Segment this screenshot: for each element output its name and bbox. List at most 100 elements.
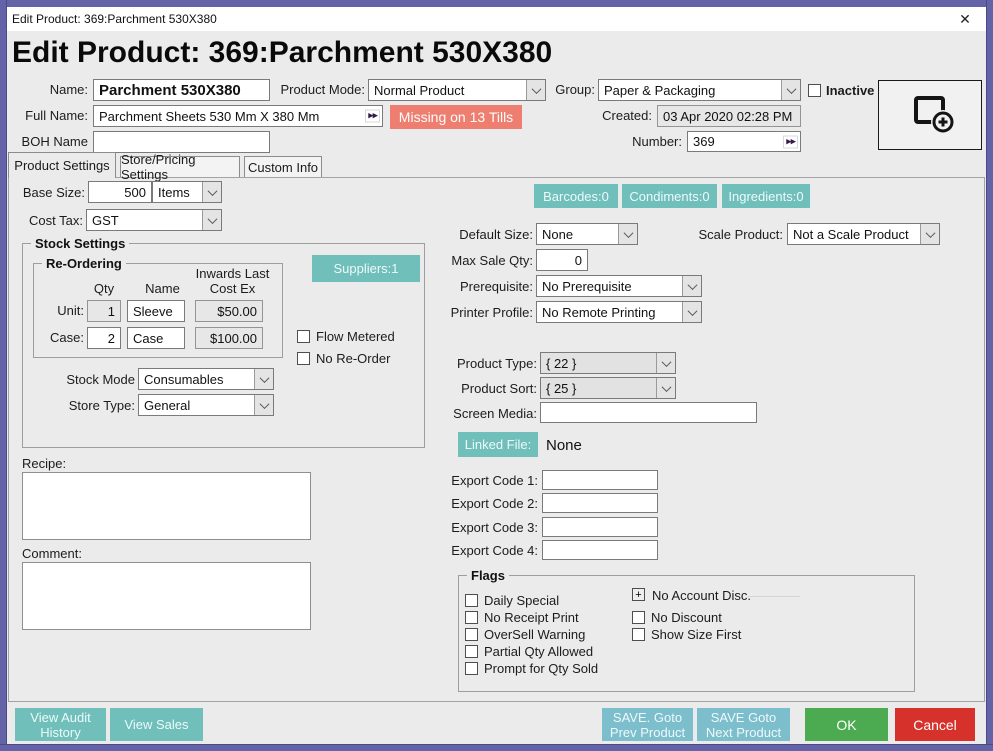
window-frame-right xyxy=(986,0,993,751)
screen-media-label: Screen Media: xyxy=(440,406,537,422)
boh-name-label: BOH Name xyxy=(12,134,88,150)
full-name-input[interactable]: Parchment Sheets 530 Mm X 380 Mm ▶▶ xyxy=(93,105,383,127)
no-account-disc-expander[interactable]: + xyxy=(632,588,645,601)
view-sales-button[interactable]: View Sales xyxy=(110,708,203,741)
base-size-unit-select[interactable]: Items xyxy=(152,181,222,203)
suppliers-button[interactable]: Suppliers:1 xyxy=(312,255,420,282)
product-type-select[interactable]: { 22 } xyxy=(540,352,676,374)
show-size-first-checkbox[interactable] xyxy=(632,628,645,641)
chevron-down-icon xyxy=(781,80,800,100)
cost-tax-label: Cost Tax: xyxy=(18,213,83,229)
window-frame-top xyxy=(0,0,993,7)
product-type-label: Product Type: xyxy=(445,356,537,372)
store-type-select[interactable]: General xyxy=(138,394,274,416)
created-field: 03 Apr 2020 02:28 PM xyxy=(657,105,801,127)
show-size-first-label: Show Size First xyxy=(651,627,741,642)
export-code-4-input[interactable] xyxy=(542,540,658,560)
comment-textarea[interactable] xyxy=(22,562,311,630)
name-input[interactable]: Parchment 530X380 xyxy=(93,79,270,101)
oversell-warning-checkbox[interactable] xyxy=(465,628,478,641)
titlebar: Edit Product: 369:Parchment 530X380 ✕ xyxy=(7,7,986,31)
fast-forward-icon[interactable]: ▶▶ xyxy=(783,135,798,148)
product-mode-label: Product Mode: xyxy=(270,82,365,98)
default-size-select[interactable]: None xyxy=(536,223,638,245)
export-code-1-label: Export Code 1: xyxy=(440,473,538,489)
recipe-textarea[interactable] xyxy=(22,472,311,540)
flags-title: Flags xyxy=(467,568,509,583)
stock-settings-title: Stock Settings xyxy=(31,236,129,251)
no-reorder-checkbox[interactable] xyxy=(297,352,310,365)
comment-label: Comment: xyxy=(22,546,112,562)
cost-tax-select[interactable]: GST xyxy=(86,209,222,231)
window-frame-left xyxy=(0,0,7,751)
window-title: Edit Product: 369:Parchment 530X380 xyxy=(7,12,217,26)
flow-metered-checkbox[interactable] xyxy=(297,330,310,343)
no-receipt-print-label: No Receipt Print xyxy=(484,610,579,625)
chevron-down-icon xyxy=(254,395,273,415)
prerequisite-select[interactable]: No Prerequisite xyxy=(536,275,702,297)
prompt-for-qty-sold-checkbox[interactable] xyxy=(465,662,478,675)
max-sale-qty-input[interactable]: 0 xyxy=(536,249,588,271)
number-input[interactable]: 369 ▶▶ xyxy=(687,131,801,152)
barcodes-button[interactable]: Barcodes:0 xyxy=(534,184,618,208)
export-code-3-input[interactable] xyxy=(542,517,658,537)
partial-qty-allowed-checkbox[interactable] xyxy=(465,645,478,658)
product-mode-select[interactable]: Normal Product xyxy=(368,79,546,101)
inactive-label: Inactive xyxy=(826,83,874,98)
base-size-input[interactable]: 500 xyxy=(88,181,152,203)
daily-special-label: Daily Special xyxy=(484,593,559,608)
scale-product-select[interactable]: Not a Scale Product xyxy=(787,223,940,245)
unit-qty-input[interactable]: 1 xyxy=(87,300,121,322)
col-qty: Qty xyxy=(90,281,118,296)
chevron-down-icon xyxy=(254,369,273,389)
export-code-2-input[interactable] xyxy=(542,493,658,513)
save-goto-prev-product-button[interactable]: SAVE. Goto Prev Product xyxy=(602,708,693,741)
tab-custom-info[interactable]: Custom Info xyxy=(244,156,322,177)
export-code-1-input[interactable] xyxy=(542,470,658,490)
condiments-button[interactable]: Condiments:0 xyxy=(622,184,717,208)
chevron-down-icon xyxy=(920,224,939,244)
chevron-down-icon xyxy=(618,224,637,244)
edit-product-window: Edit Product: 369:Parchment 530X380 ✕ Ed… xyxy=(0,0,993,751)
copy-add-icon xyxy=(904,93,956,137)
oversell-warning-label: OverSell Warning xyxy=(484,627,585,642)
inactive-checkbox[interactable] xyxy=(808,84,821,97)
linked-file-value: None xyxy=(546,437,582,454)
col-name: Name xyxy=(140,281,185,296)
case-qty-input[interactable]: 2 xyxy=(87,327,121,349)
copy-product-button[interactable] xyxy=(878,80,982,150)
prerequisite-label: Prerequisite: xyxy=(445,279,533,295)
daily-special-checkbox[interactable] xyxy=(465,594,478,607)
stock-mode-select[interactable]: Consumables xyxy=(138,368,274,390)
linked-file-button[interactable]: Linked File: xyxy=(458,432,538,457)
recipe-label: Recipe: xyxy=(22,456,112,472)
export-code-2-label: Export Code 2: xyxy=(440,496,538,512)
close-icon[interactable]: ✕ xyxy=(952,7,978,31)
no-receipt-print-checkbox[interactable] xyxy=(465,611,478,624)
boh-name-input[interactable] xyxy=(93,131,270,153)
no-discount-checkbox[interactable] xyxy=(632,611,645,624)
save-goto-next-product-button[interactable]: SAVE Goto Next Product xyxy=(697,708,790,741)
screen-media-input[interactable] xyxy=(540,402,757,423)
chevron-down-icon xyxy=(202,210,221,230)
tab-product-settings[interactable]: Product Settings xyxy=(8,152,116,178)
partial-qty-allowed-label: Partial Qty Allowed xyxy=(484,644,593,659)
product-sort-label: Product Sort: xyxy=(445,381,537,397)
unit-label: Unit: xyxy=(50,303,84,319)
case-label: Case: xyxy=(50,330,84,346)
case-cost-field: $100.00 xyxy=(195,327,263,349)
cancel-button[interactable]: Cancel xyxy=(895,708,975,741)
col-inwards-last-cost: Inwards Last Cost Ex xyxy=(195,266,270,296)
group-select[interactable]: Paper & Packaging xyxy=(598,79,801,101)
fast-forward-icon[interactable]: ▶▶ xyxy=(365,110,380,123)
case-name-input[interactable]: Case xyxy=(127,327,185,349)
view-audit-history-button[interactable]: View Audit History xyxy=(15,708,106,741)
product-sort-select[interactable]: { 25 } xyxy=(540,377,676,399)
ingredients-button[interactable]: Ingredients:0 xyxy=(722,184,810,208)
created-label: Created: xyxy=(592,108,652,124)
printer-profile-select[interactable]: No Remote Printing xyxy=(536,301,702,323)
ok-button[interactable]: OK xyxy=(805,708,888,741)
unit-name-input[interactable]: Sleeve xyxy=(127,300,185,322)
prompt-for-qty-sold-label: Prompt for Qty Sold xyxy=(484,661,598,676)
tab-store-pricing-settings[interactable]: Store/Pricing Settings xyxy=(120,156,240,177)
